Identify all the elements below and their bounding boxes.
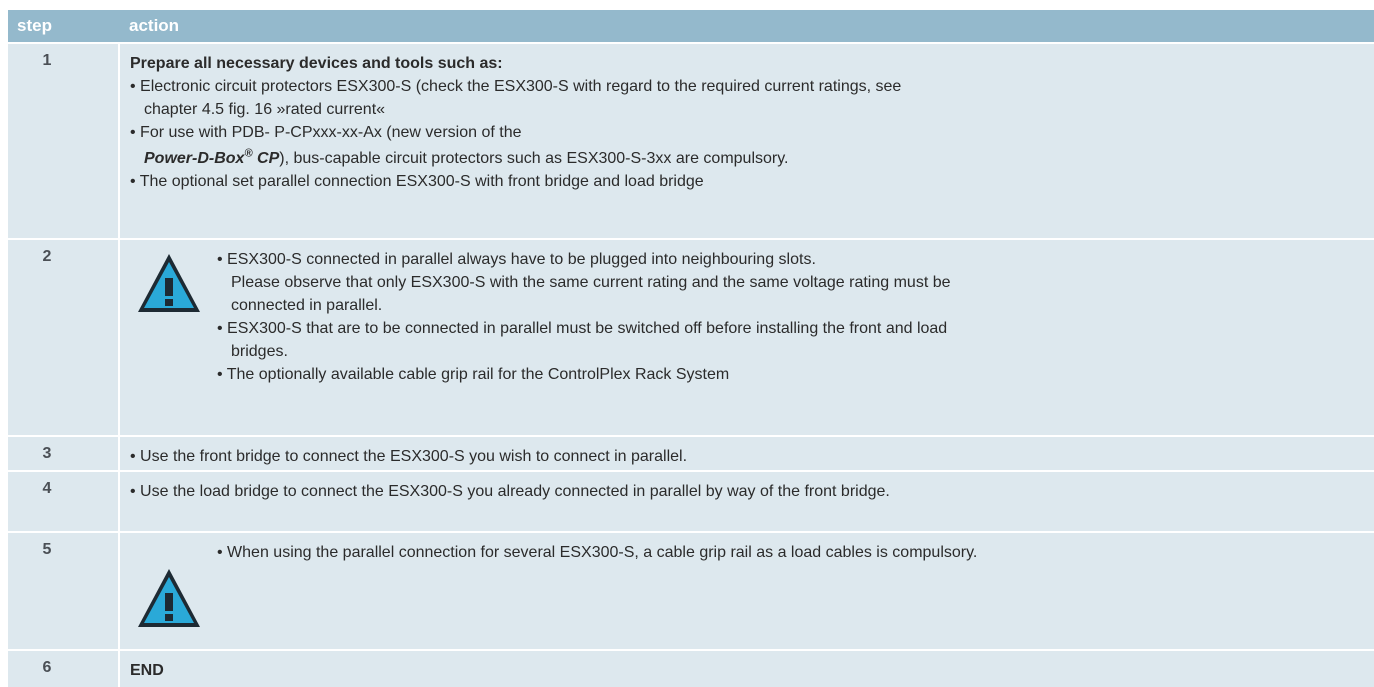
action-cell: Prepare all necessary devices and tools … [120, 44, 1374, 238]
action-text: • When using the parallel connection for… [217, 544, 978, 561]
action-cell: • ESX300-S connected in parallel always … [120, 240, 1374, 435]
action-end: END [130, 662, 164, 679]
bullet-text: • The optionally available cable grip ra… [217, 366, 730, 383]
bullet-text: bridges. [231, 343, 288, 360]
table-row: 3 • Use the front bridge to connect the … [8, 437, 1374, 472]
bullet-text: Power-D-Box® CP), bus-capable circuit pr… [130, 144, 1364, 170]
table-row: 4 • Use the load bridge to connect the E… [8, 472, 1374, 533]
header-step: step [17, 16, 52, 35]
registered-mark: ® [244, 147, 253, 160]
step-number: 1 [8, 44, 120, 238]
bullet-text: • ESX300-S that are to be connected in p… [217, 320, 948, 337]
action-text: • Use the load bridge to connect the ESX… [130, 483, 890, 500]
brand-suffix: CP [252, 150, 280, 167]
table-row: 6 END [8, 651, 1374, 687]
warning-icon [138, 254, 200, 312]
procedure-table: step action 1 Prepare all necessary devi… [8, 10, 1374, 687]
step-number: 6 [8, 651, 120, 687]
action-title: Prepare all necessary devices and tools … [130, 55, 503, 72]
table-row: 2 • ESX300-S connected in parallel alway… [8, 240, 1374, 437]
step-number: 5 [8, 533, 120, 649]
table-header: step action [8, 10, 1374, 44]
bullet-text: connected in parallel. [231, 297, 383, 314]
bullet-text: • The optional set parallel connection E… [130, 173, 704, 190]
bullet-text: • For use with PDB- P-CPxxx-xx-Ax (new v… [130, 124, 522, 141]
step-number: 4 [8, 472, 120, 531]
table-row: 1 Prepare all necessary devices and tool… [8, 44, 1374, 240]
action-text: • Use the front bridge to connect the ES… [130, 448, 688, 465]
bullet-text: • Electronic circuit protectors ESX300-S… [130, 78, 902, 95]
bullet-text-rest: ), bus-capable circuit protectors such a… [279, 150, 789, 167]
bullet-text: chapter 4.5 fig. 16 »rated current« [144, 101, 386, 118]
bullet-text: Please observe that only ESX300-S with t… [231, 274, 951, 291]
bullet-text: • ESX300-S connected in parallel always … [217, 251, 816, 268]
header-action: action [129, 16, 180, 35]
warning-icon [138, 569, 200, 627]
table-row: 5 • When using the parallel connection f… [8, 533, 1374, 651]
step-number: 3 [8, 437, 120, 470]
step-number: 2 [8, 240, 120, 435]
brand-name: Power-D-Box [144, 150, 245, 167]
action-cell: • When using the parallel connection for… [120, 533, 1374, 649]
